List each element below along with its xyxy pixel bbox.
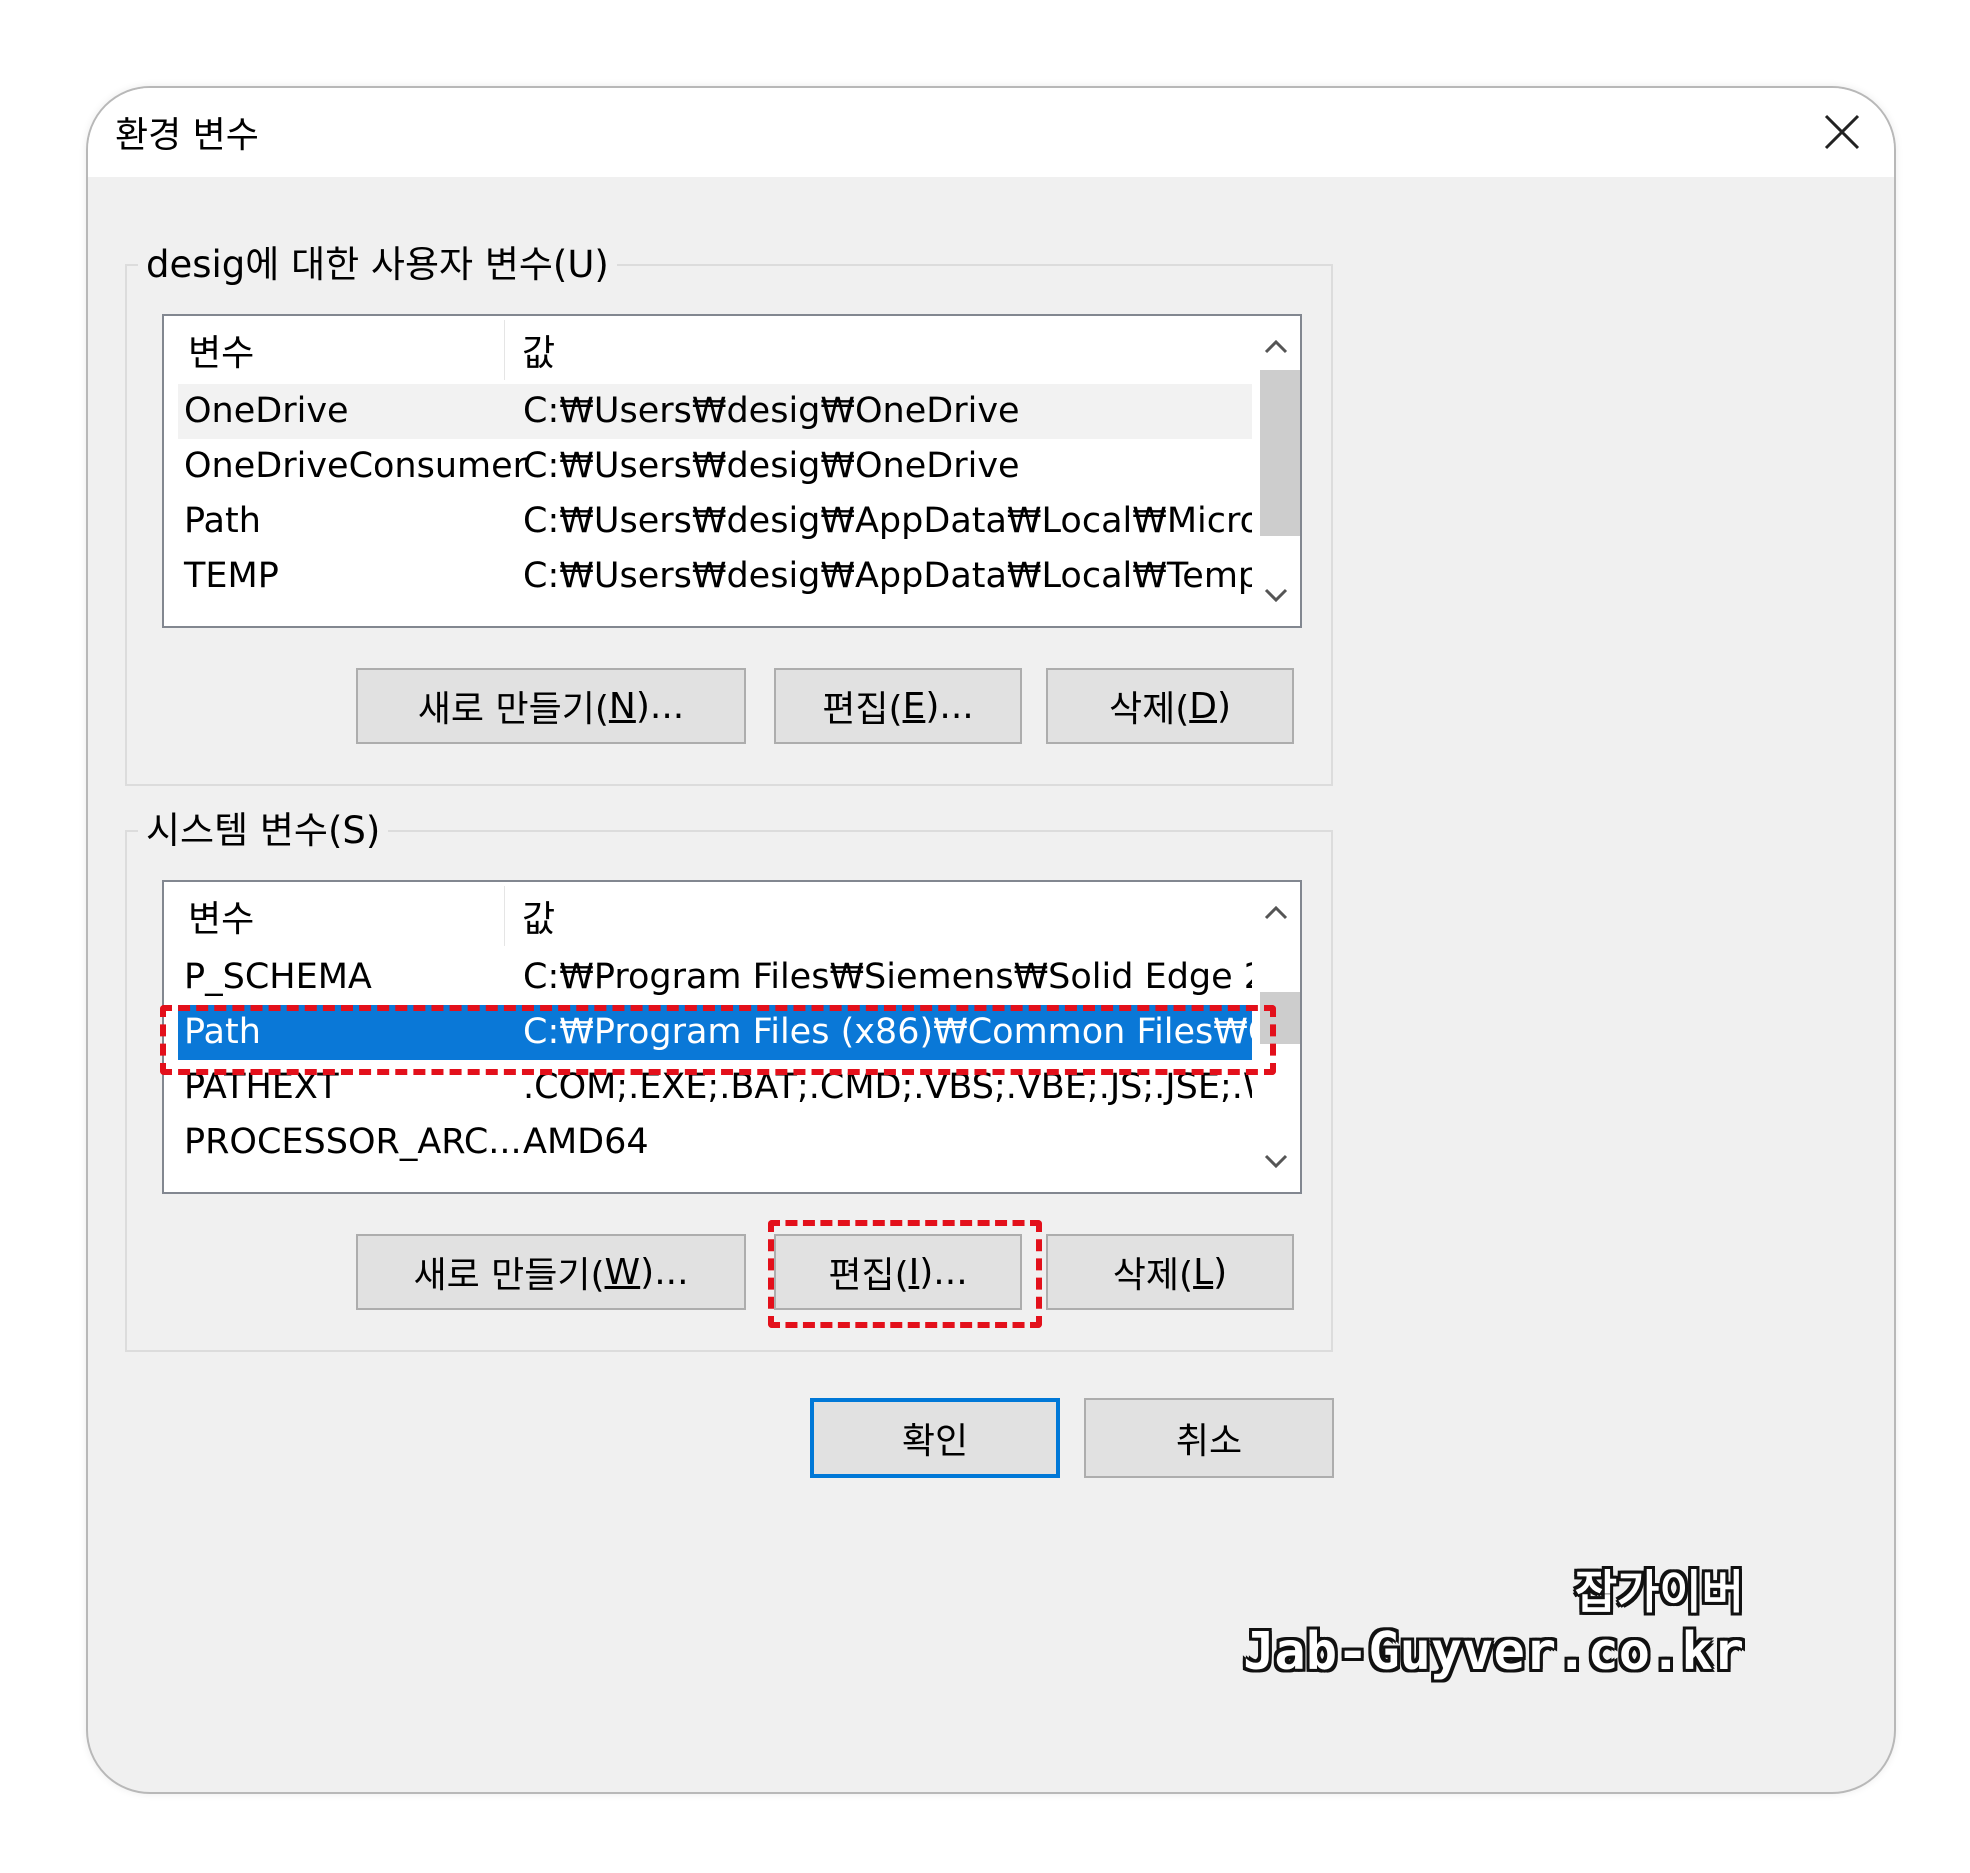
button-label: 편집( [822, 689, 903, 730]
title-bar: 환경 변수 [88, 88, 1894, 177]
button-accesskey: W [604, 1251, 641, 1293]
system-edit-button[interactable]: 편집(I)... [774, 1234, 1022, 1310]
scroll-up-icon[interactable] [1252, 888, 1300, 938]
row-variable: OneDriveConsumer [184, 446, 528, 486]
row-variable: TEMP [184, 556, 279, 596]
button-label: 새로 만들기( [417, 689, 609, 730]
list-header: 변수 값 [164, 316, 1253, 384]
system-variables-list[interactable]: 변수 값 P_SCHEMA C:₩Program Files₩Siemens₩S… [162, 880, 1302, 1194]
table-row[interactable]: PATHEXT .COM;.EXE;.BAT;.CMD;.VBS;.VBE;.J… [178, 1060, 1300, 1115]
button-label: 취소 [1175, 1421, 1243, 1462]
table-row[interactable]: P_SCHEMA C:₩Program Files₩Siemens₩Solid … [178, 950, 1300, 1005]
row-variable: PROCESSOR_ARC... [184, 1122, 522, 1162]
button-label: 편집( [828, 1255, 909, 1296]
button-label-suffix: )... [635, 685, 685, 727]
row-value: AMD64 [523, 1122, 649, 1162]
row-variable: PATHEXT [184, 1067, 339, 1107]
user-list-scrollbar[interactable] [1252, 316, 1300, 626]
cancel-button[interactable]: 취소 [1084, 1398, 1334, 1478]
column-header-value[interactable]: 값 [522, 324, 555, 376]
column-header-variable[interactable]: 변수 [188, 890, 254, 942]
system-variables-label: 시스템 변수(S) [138, 800, 389, 854]
button-accesskey: E [902, 685, 926, 727]
table-row-selected[interactable]: Path C:₩Program Files (x86)₩Common Files… [178, 1005, 1300, 1060]
row-value: C:₩Users₩desig₩AppData₩Local₩Temp [523, 556, 1261, 596]
environment-variables-dialog: 환경 변수 desig에 대한 사용자 변수(U) 변수 값 OneDrive … [86, 86, 1896, 1794]
system-new-button[interactable]: 새로 만들기(W)... [356, 1234, 746, 1310]
button-label-suffix: ) [1216, 685, 1232, 727]
user-rows: OneDrive C:₩Users₩desig₩OneDrive OneDriv… [178, 384, 1300, 604]
watermark-line1: 잡가이버 [1574, 1565, 1744, 1619]
row-variable: P_SCHEMA [184, 957, 372, 997]
button-label-suffix: )... [925, 685, 974, 727]
row-value: C:₩Users₩desig₩OneDrive [523, 446, 1020, 486]
user-edit-button[interactable]: 편집(E)... [774, 668, 1022, 744]
button-accesskey: L [1193, 1251, 1214, 1293]
row-value: .COM;.EXE;.BAT;.CMD;.VBS;.VBE;.JS;.JSE;.… [523, 1067, 1302, 1107]
row-value: C:₩Program Files₩Siemens₩Solid Edge 20..… [523, 957, 1302, 997]
system-delete-button[interactable]: 삭제(L) [1046, 1234, 1294, 1310]
close-icon[interactable] [1818, 108, 1866, 156]
user-delete-button[interactable]: 삭제(D) [1046, 668, 1294, 744]
window-title: 환경 변수 [115, 115, 259, 156]
button-accesskey: D [1189, 685, 1217, 727]
list-header: 변수 값 [164, 882, 1253, 950]
button-label: 삭제( [1108, 689, 1190, 730]
button-label: 새로 만들기( [413, 1255, 605, 1296]
row-value: C:₩Program Files (x86)₩Common Files₩Or..… [523, 1012, 1302, 1052]
column-separator[interactable] [504, 886, 505, 946]
row-value: C:₩Users₩desig₩OneDrive [523, 391, 1020, 431]
button-label-suffix: )... [640, 1251, 689, 1293]
scroll-thumb[interactable] [1260, 992, 1300, 1044]
column-header-value[interactable]: 값 [522, 890, 555, 942]
button-accesskey: N [608, 685, 636, 727]
button-accesskey: I [908, 1251, 920, 1293]
table-row[interactable]: TEMP C:₩Users₩desig₩AppData₩Local₩Temp [178, 549, 1260, 604]
row-variable: Path [184, 1012, 261, 1052]
scroll-down-icon[interactable] [1252, 1136, 1300, 1186]
scroll-up-icon[interactable] [1252, 322, 1300, 372]
row-variable: Path [184, 501, 261, 541]
watermark: 잡가이버 Jab-Guyver.co.kr [1243, 1556, 1744, 1682]
row-value: C:₩Users₩desig₩AppData₩Local₩Microsof... [523, 501, 1302, 541]
user-variables-list[interactable]: 변수 값 OneDrive C:₩Users₩desig₩OneDrive On… [162, 314, 1302, 628]
system-list-scrollbar[interactable] [1252, 882, 1300, 1192]
column-separator[interactable] [504, 320, 505, 380]
scroll-thumb[interactable] [1260, 370, 1300, 536]
column-header-variable[interactable]: 변수 [188, 324, 254, 376]
user-variables-label: desig에 대한 사용자 변수(U) [138, 234, 617, 288]
button-label: 삭제( [1112, 1255, 1194, 1296]
watermark-line2: Jab-Guyver.co.kr [1243, 1622, 1744, 1682]
table-row[interactable]: OneDriveConsumer C:₩Users₩desig₩OneDrive [178, 439, 1254, 494]
scroll-down-icon[interactable] [1252, 570, 1300, 620]
button-label-suffix: )... [919, 1251, 968, 1293]
table-row[interactable]: PROCESSOR_ARC... AMD64 [178, 1115, 1254, 1170]
button-label: 확인 [901, 1421, 969, 1462]
ok-button[interactable]: 확인 [810, 1398, 1060, 1478]
system-rows: P_SCHEMA C:₩Program Files₩Siemens₩Solid … [178, 950, 1300, 1170]
table-row[interactable]: OneDrive C:₩Users₩desig₩OneDrive [178, 384, 1254, 439]
table-row[interactable]: Path C:₩Users₩desig₩AppData₩Local₩Micros… [178, 494, 1300, 549]
row-variable: OneDrive [184, 391, 349, 431]
user-new-button[interactable]: 새로 만들기(N)... [356, 668, 746, 744]
button-label-suffix: ) [1213, 1251, 1228, 1293]
